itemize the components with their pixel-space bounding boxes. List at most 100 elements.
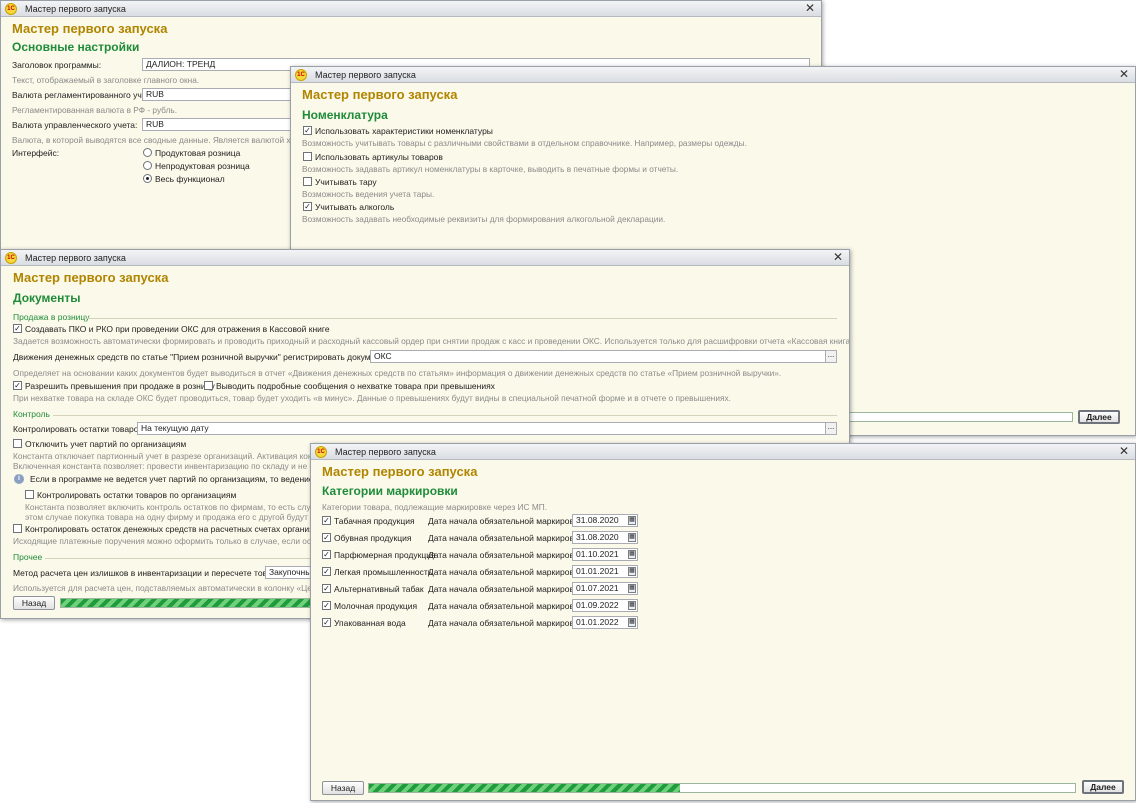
group-other-label: Прочее	[13, 552, 43, 562]
category-name: Обувная продукция	[334, 533, 412, 543]
category-checkbox[interactable]: ✓	[322, 584, 331, 593]
cash-flow-input[interactable]: ОКС ...	[370, 350, 837, 363]
detailed-messages-checkbox[interactable]	[204, 381, 213, 390]
progress-bar	[847, 412, 1073, 422]
create-pko-hint: Задается возможность автоматически форми…	[13, 336, 850, 346]
category-checkbox[interactable]: ✓	[322, 516, 331, 525]
control-stock-label: Контролировать остатки товаров:	[13, 424, 146, 434]
use-articles-checkbox[interactable]	[303, 152, 312, 161]
ellipsis-icon[interactable]: ...	[825, 423, 836, 434]
category-checkbox[interactable]: ✓	[322, 601, 331, 610]
option-hint: Возможность учитывать товары с различным…	[302, 138, 747, 148]
category-checkbox[interactable]: ✓	[322, 618, 331, 627]
app-logo-icon: 1С	[5, 251, 17, 264]
marking-date-value: 31.08.2020	[576, 532, 619, 542]
control-org-stock-checkbox[interactable]	[25, 490, 34, 499]
program-title-label: Заголовок программы:	[12, 60, 102, 70]
calendar-icon[interactable]: ▦	[628, 618, 636, 627]
ellipsis-icon[interactable]: ...	[825, 351, 836, 362]
category-checkbox[interactable]: ✓	[322, 567, 331, 576]
control-cash-label: Контролировать остаток денежных средств …	[25, 524, 333, 534]
interface-label: Интерфейс:	[12, 148, 60, 158]
close-icon[interactable]: ✕	[1119, 444, 1129, 459]
category-checkbox[interactable]: ✓	[322, 550, 331, 559]
marking-date-label: Дата начала обязательной маркировки:	[428, 618, 585, 628]
control-cash-hint: Исходящие платежные поручения можно офор…	[13, 536, 332, 546]
category-name: Упакованная вода	[334, 618, 406, 628]
category-name: Табачная продукция	[334, 516, 415, 526]
calendar-icon[interactable]: ▦	[628, 516, 636, 525]
calendar-icon[interactable]: ▦	[628, 567, 636, 576]
calendar-icon[interactable]: ▦	[628, 601, 636, 610]
marking-date-input[interactable]: 01.07.2021 ▦	[572, 582, 638, 595]
interface-radio-all[interactable]	[143, 174, 152, 183]
close-icon[interactable]: ✕	[805, 1, 815, 16]
title-bar: 1С Мастер первого запуска ✕	[311, 444, 1135, 460]
mgmt-currency-input[interactable]: RUB	[142, 118, 302, 131]
option-hint: Возможность ведения учета тары.	[302, 189, 435, 199]
next-button[interactable]: Далее	[1082, 780, 1124, 794]
close-icon[interactable]: ✕	[1119, 67, 1129, 82]
interface-radio-nonfood[interactable]	[143, 161, 152, 170]
detailed-messages-label: Выводить подробные сообщения о нехватке …	[216, 381, 495, 391]
mgmt-currency-label: Валюта управленческого учета:	[12, 120, 138, 130]
interface-option-label: Весь функционал	[155, 174, 225, 184]
option-hint: Возможность задавать артикул номенклатур…	[302, 164, 679, 174]
marking-date-input[interactable]: 01.10.2021 ▦	[572, 548, 638, 561]
calendar-icon[interactable]: ▦	[628, 550, 636, 559]
progress-bar	[368, 783, 1076, 793]
use-characteristics-checkbox[interactable]: ✓	[303, 126, 312, 135]
back-button[interactable]: Назад	[13, 596, 55, 610]
control-stock-input[interactable]: На текущую дату ...	[137, 422, 837, 435]
marking-date-label: Дата начала обязательной маркировки:	[428, 567, 585, 577]
group-separator	[53, 415, 837, 416]
reg-currency-hint: Регламентированная валюта в РФ - рубль.	[12, 105, 178, 115]
disable-batches-checkbox[interactable]	[13, 439, 22, 448]
marking-date-input[interactable]: 01.01.2022 ▦	[572, 616, 638, 629]
price-method-hint: Используется для расчета цен, подставляе…	[13, 583, 329, 593]
info-text: Если в программе не ведется учет партий …	[30, 474, 338, 484]
marking-date-input[interactable]: 01.01.2021 ▦	[572, 565, 638, 578]
category-checkbox[interactable]: ✓	[322, 533, 331, 542]
page-title: Категории маркировки	[322, 484, 458, 498]
next-button[interactable]: Далее	[1078, 410, 1120, 424]
window-title: Мастер первого запуска	[315, 69, 416, 80]
title-bar: 1С Мастер первого запуска ✕	[291, 67, 1135, 83]
allow-excess-checkbox[interactable]: ✓	[13, 381, 22, 390]
window-title: Мастер первого запуска	[25, 3, 126, 14]
marking-date-value: 01.07.2021	[576, 583, 619, 593]
window-title: Мастер первого запуска	[335, 446, 436, 457]
track-alcohol-checkbox[interactable]: ✓	[303, 202, 312, 211]
reg-currency-input[interactable]: RUB	[142, 88, 302, 101]
marking-date-input[interactable]: 31.08.2020 ▦	[572, 531, 638, 544]
window-title: Мастер первого запуска	[25, 252, 126, 263]
app-logo-icon: 1С	[5, 2, 17, 15]
option-label: Использовать артикулы товаров	[315, 152, 443, 162]
marking-date-input[interactable]: 01.09.2022 ▦	[572, 599, 638, 612]
option-label: Учитывать алкоголь	[315, 202, 395, 212]
category-name: Парфюмерная продукция	[334, 550, 436, 560]
cash-flow-label: Движения денежных средств по статье "При…	[13, 352, 397, 362]
page-title: Номенклатура	[302, 108, 388, 122]
close-icon[interactable]: ✕	[833, 250, 843, 265]
group-separator	[85, 318, 837, 319]
batches-hint: Константа отключает партионный учет в ра…	[13, 451, 330, 461]
calendar-icon[interactable]: ▦	[628, 533, 636, 542]
title-bar: 1С Мастер первого запуска ✕	[1, 1, 821, 17]
marking-date-input[interactable]: 31.08.2020 ▦	[572, 514, 638, 527]
marking-date-value: 01.01.2022	[576, 617, 619, 627]
create-pko-checkbox[interactable]: ✓	[13, 324, 22, 333]
window-marking-categories: 1С Мастер первого запуска ✕ Мастер перво…	[310, 443, 1136, 801]
reg-currency-label: Валюта регламентированного учета:	[12, 90, 158, 100]
batches-hint: Включенная константа позволяет: провести…	[13, 461, 332, 471]
marking-date-label: Дата начала обязательной маркировки:	[428, 550, 585, 560]
marking-date-value: 01.09.2022	[576, 600, 619, 610]
marking-date-value: 01.10.2021	[576, 549, 619, 559]
interface-radio-food[interactable]	[143, 148, 152, 157]
track-tare-checkbox[interactable]	[303, 177, 312, 186]
control-cash-checkbox[interactable]	[13, 524, 22, 533]
calendar-icon[interactable]: ▦	[628, 584, 636, 593]
marking-date-label: Дата начала обязательной маркировки:	[428, 584, 585, 594]
category-name: Молочная продукция	[334, 601, 418, 611]
back-button[interactable]: Назад	[322, 781, 364, 795]
